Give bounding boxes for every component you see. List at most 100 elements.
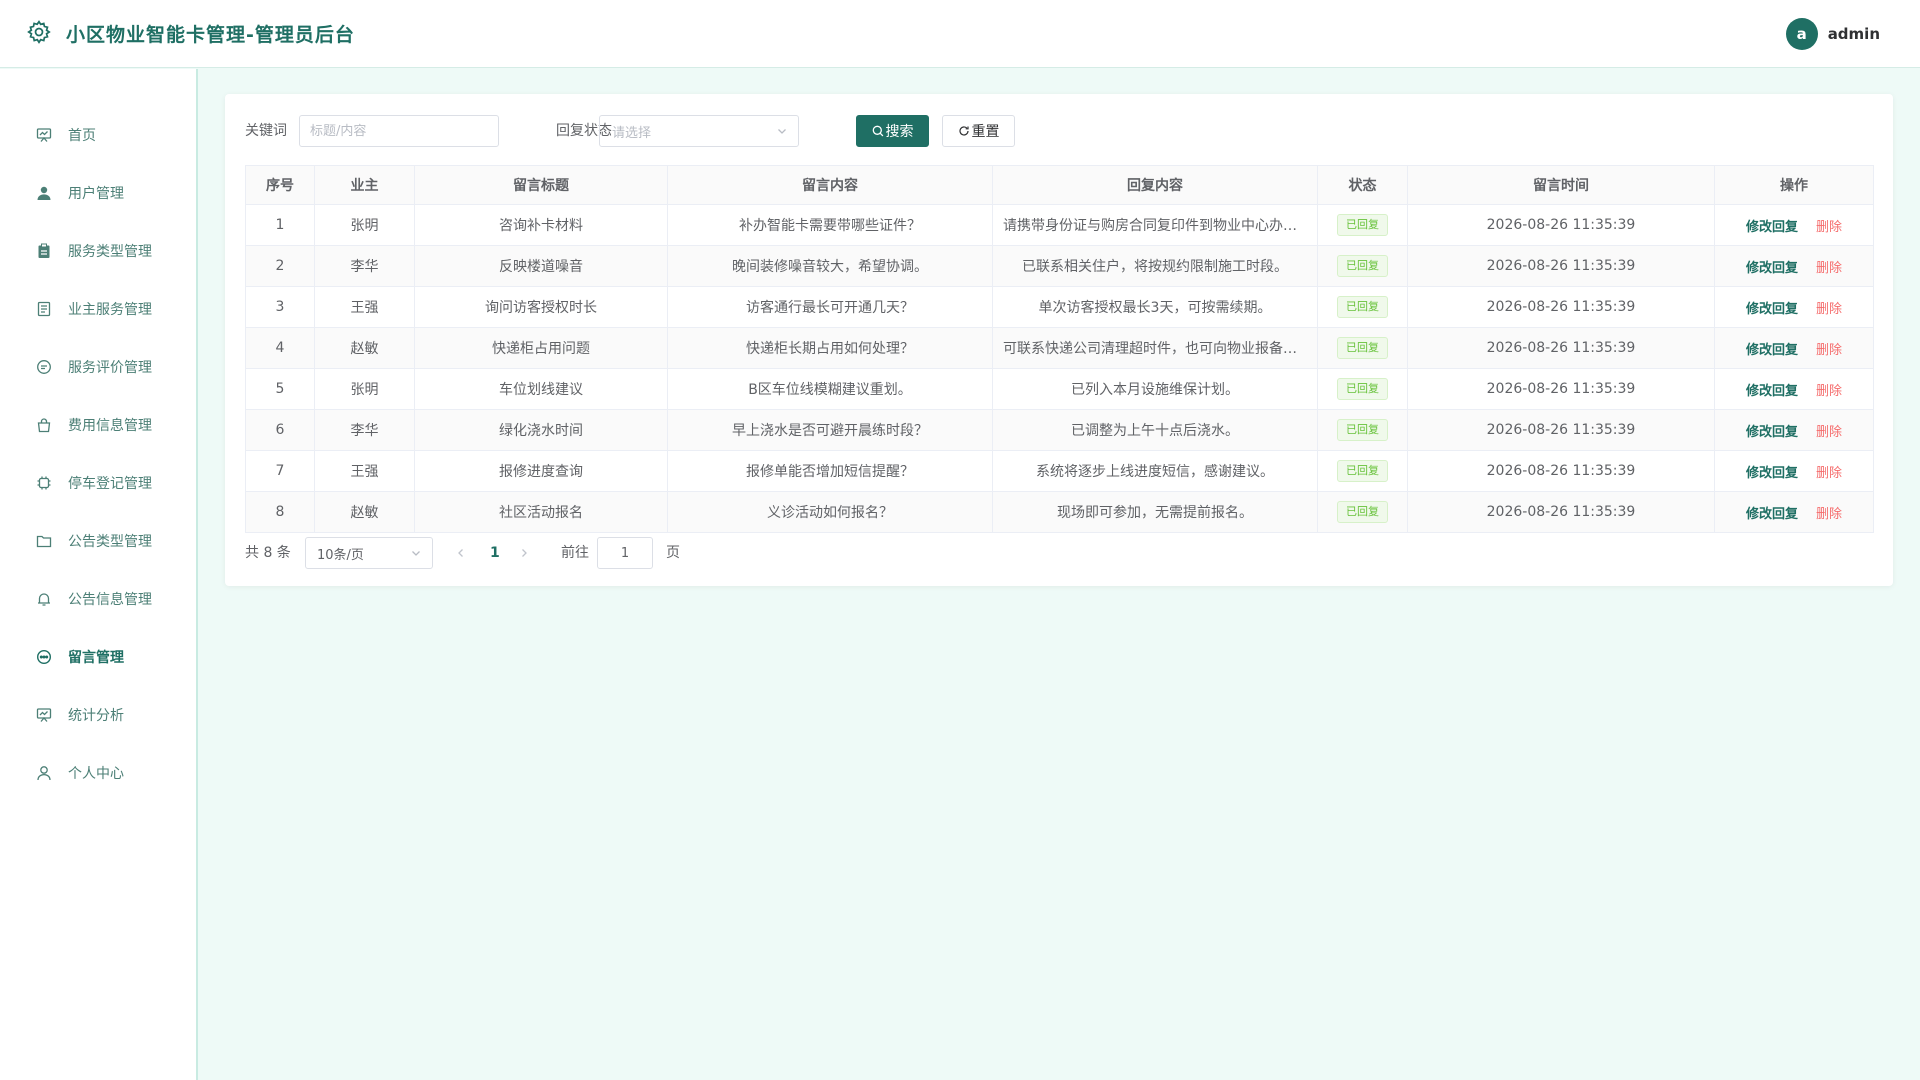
edit-reply-link[interactable]: 修改回复 bbox=[1746, 384, 1798, 399]
delete-link[interactable]: 删除 bbox=[1816, 425, 1842, 440]
cell-no: 6 bbox=[245, 409, 315, 451]
cell-actions: 修改回复 删除 bbox=[1714, 327, 1874, 369]
sidebar-item-label: 公告类型管理 bbox=[68, 534, 152, 550]
user-name[interactable]: admin bbox=[1828, 25, 1880, 43]
reset-button[interactable]: 重置 bbox=[942, 115, 1015, 147]
brand: 小区物业智能卡管理-管理员后台 bbox=[26, 19, 355, 49]
cell-title: 反映楼道噪音 bbox=[414, 245, 668, 287]
folder-icon bbox=[34, 531, 54, 551]
message-management-panel: 关键词 回复状态 请选择 搜索 重置 序号 bbox=[225, 94, 1893, 586]
table-row: 1 张明 咨询补卡材料 补办智能卡需要带哪些证件？ 请携带身份证与购房合同复印件… bbox=[245, 204, 1874, 246]
page-size-select[interactable]: 10条/页 bbox=[305, 537, 433, 569]
sidebar-item-users[interactable]: 用户管理 bbox=[0, 173, 196, 213]
cell-time: 2026-08-26 11:35:39 bbox=[1407, 245, 1715, 287]
sidebar-item-owner-services[interactable]: 业主服务管理 bbox=[0, 289, 196, 329]
cell-no: 3 bbox=[245, 286, 315, 328]
cell-actions: 修改回复 删除 bbox=[1714, 409, 1874, 451]
edit-reply-link[interactable]: 修改回复 bbox=[1746, 220, 1798, 235]
delete-link[interactable]: 删除 bbox=[1816, 220, 1842, 235]
status-select-placeholder: 请选择 bbox=[612, 125, 652, 141]
prev-page-button[interactable] bbox=[455, 537, 467, 581]
sidebar-item-label: 停车登记管理 bbox=[68, 476, 152, 492]
keyword-input[interactable] bbox=[299, 115, 499, 147]
dashboard-icon bbox=[34, 125, 54, 145]
refresh-icon bbox=[958, 125, 970, 137]
cell-no: 2 bbox=[245, 245, 315, 287]
edit-reply-link[interactable]: 修改回复 bbox=[1746, 507, 1798, 522]
table-row: 5 张明 车位划线建议 B区车位线模糊建议重划。 已列入本月设施维保计划。 已回… bbox=[245, 368, 1874, 410]
sidebar-item-home[interactable]: 首页 bbox=[0, 115, 196, 155]
cell-status: 已回复 bbox=[1317, 286, 1408, 328]
edit-reply-link[interactable]: 修改回复 bbox=[1746, 302, 1798, 317]
sidebar-item-fees[interactable]: 费用信息管理 bbox=[0, 405, 196, 445]
cell-title: 询问访客授权时长 bbox=[414, 286, 668, 328]
cell-title: 社区活动报名 bbox=[414, 491, 668, 533]
table-row: 6 李华 绿化浇水时间 早上浇水是否可避开晨练时段？ 已调整为上午十点后浇水。 … bbox=[245, 409, 1874, 451]
sidebar-item-label: 首页 bbox=[68, 128, 96, 144]
status-badge: 已回复 bbox=[1337, 337, 1388, 359]
sidebar-item-profile[interactable]: 个人中心 bbox=[0, 753, 196, 793]
column-header[interactable]: 留言标题 bbox=[414, 165, 668, 205]
reset-button-label: 重置 bbox=[971, 124, 1000, 140]
edit-reply-link[interactable]: 修改回复 bbox=[1746, 261, 1798, 276]
cell-actions: 修改回复 删除 bbox=[1714, 245, 1874, 287]
top-header: 小区物业智能卡管理-管理员后台 a admin bbox=[0, 0, 1920, 68]
search-button[interactable]: 搜索 bbox=[856, 115, 929, 147]
sidebar-item-notice-types[interactable]: 公告类型管理 bbox=[0, 521, 196, 561]
column-header[interactable]: 状态 bbox=[1317, 165, 1408, 205]
delete-link[interactable]: 删除 bbox=[1816, 466, 1842, 481]
sidebar: 首页 用户管理 服务类型管理 业主服务管理 服务评价管理 费用信息管理 停车登记… bbox=[0, 69, 198, 1080]
edit-reply-link[interactable]: 修改回复 bbox=[1746, 425, 1798, 440]
next-page-button[interactable] bbox=[518, 537, 530, 581]
keyword-label: 关键词 bbox=[245, 123, 287, 139]
user-menu[interactable]: a admin bbox=[1785, 18, 1880, 50]
column-header[interactable]: 回复内容 bbox=[992, 165, 1318, 205]
goto-page-input[interactable] bbox=[597, 537, 653, 569]
cell-reply: 现场即可参加，无需提前报名。 bbox=[992, 491, 1318, 533]
column-header[interactable]: 序号 bbox=[245, 165, 315, 205]
cell-time: 2026-08-26 11:35:39 bbox=[1407, 450, 1715, 492]
cell-reply: 系统将逐步上线进度短信，感谢建议。 bbox=[992, 450, 1318, 492]
page-suffix: 页 bbox=[666, 545, 680, 561]
delete-link[interactable]: 删除 bbox=[1816, 507, 1842, 522]
status-badge: 已回复 bbox=[1337, 378, 1388, 400]
cell-content: 访客通行最长可开通几天？ bbox=[667, 286, 993, 328]
sidebar-item-notices[interactable]: 公告信息管理 bbox=[0, 579, 196, 619]
cell-status: 已回复 bbox=[1317, 204, 1408, 246]
delete-link[interactable]: 删除 bbox=[1816, 302, 1842, 317]
sidebar-item-service-types[interactable]: 服务类型管理 bbox=[0, 231, 196, 271]
sidebar-item-service-reviews[interactable]: 服务评价管理 bbox=[0, 347, 196, 387]
sidebar-item-statistics[interactable]: 统计分析 bbox=[0, 695, 196, 735]
chat-icon bbox=[34, 647, 54, 667]
edit-reply-link[interactable]: 修改回复 bbox=[1746, 343, 1798, 358]
delete-link[interactable]: 删除 bbox=[1816, 384, 1842, 399]
sidebar-item-messages[interactable]: 留言管理 bbox=[0, 637, 196, 677]
cell-owner: 李华 bbox=[314, 409, 415, 451]
sidebar-item-label: 用户管理 bbox=[68, 186, 124, 202]
cell-reply: 已列入本月设施维保计划。 bbox=[992, 368, 1318, 410]
cell-title: 绿化浇水时间 bbox=[414, 409, 668, 451]
sidebar-item-label: 个人中心 bbox=[68, 766, 124, 782]
avatar[interactable]: a bbox=[1785, 18, 1818, 50]
cell-actions: 修改回复 删除 bbox=[1714, 286, 1874, 328]
column-header[interactable]: 业主 bbox=[314, 165, 415, 205]
cell-content: 快递柜长期占用如何处理？ bbox=[667, 327, 993, 369]
sidebar-item-parking[interactable]: 停车登记管理 bbox=[0, 463, 196, 503]
document-icon bbox=[34, 299, 54, 319]
column-header[interactable]: 留言时间 bbox=[1407, 165, 1715, 205]
edit-reply-link[interactable]: 修改回复 bbox=[1746, 466, 1798, 481]
status-badge: 已回复 bbox=[1337, 214, 1388, 236]
cell-owner: 张明 bbox=[314, 368, 415, 410]
app-title: 小区物业智能卡管理-管理员后台 bbox=[66, 24, 355, 46]
column-header[interactable]: 操作 bbox=[1714, 165, 1874, 205]
column-header[interactable]: 留言内容 bbox=[667, 165, 993, 205]
page-number-current[interactable]: 1 bbox=[490, 537, 500, 569]
delete-link[interactable]: 删除 bbox=[1816, 261, 1842, 276]
pagination: 共 8 条 10条/页 1 前往 页 bbox=[245, 537, 1245, 569]
sidebar-item-label: 统计分析 bbox=[68, 708, 124, 724]
cell-content: 报修单能否增加短信提醒？ bbox=[667, 450, 993, 492]
cell-owner: 赵敏 bbox=[314, 491, 415, 533]
cell-status: 已回复 bbox=[1317, 491, 1408, 533]
delete-link[interactable]: 删除 bbox=[1816, 343, 1842, 358]
status-select[interactable]: 请选择 bbox=[599, 115, 799, 147]
